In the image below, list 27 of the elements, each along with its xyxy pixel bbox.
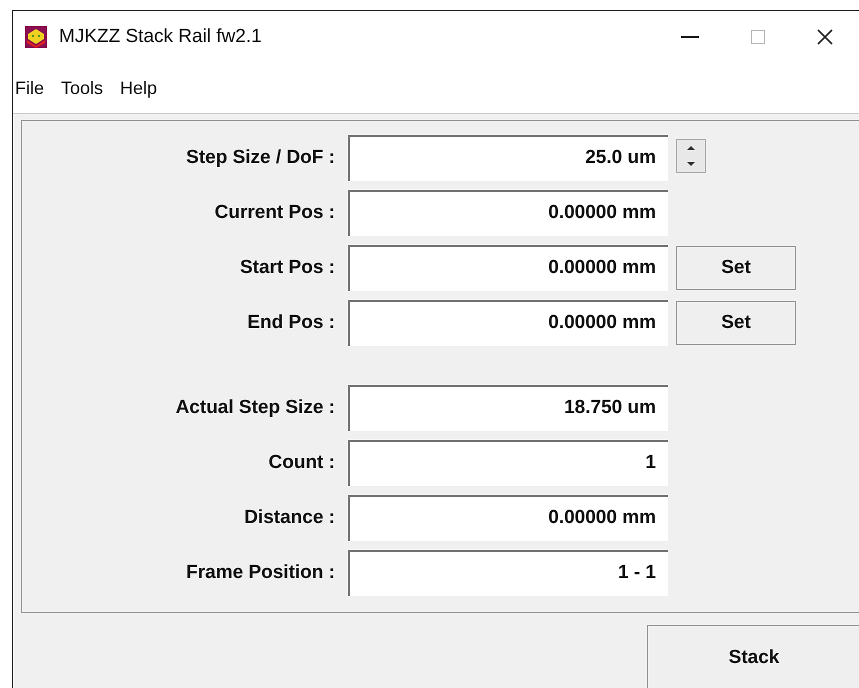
stack-button[interactable]: Stack [647,625,859,688]
field-label: End Pos : [246,312,336,334]
field-label: Step Size / DoF : [185,147,336,169]
menu-item[interactable]: Tools [61,78,104,98]
field-label: Frame Position : [185,562,336,584]
value-field[interactable]: 25.0 um [348,135,668,181]
field-label: Start Pos : [238,257,336,279]
set-button[interactable]: Set [676,301,796,345]
value-field[interactable]: 18.750 um [348,385,668,431]
menu-item[interactable]: Help [120,78,158,98]
up-down-arrows-icon [687,146,695,166]
set-button[interactable]: Set [676,246,796,290]
value-field[interactable]: 0.00000 mm [348,495,668,541]
value-field[interactable]: 1 [348,440,668,486]
field-label: Count : [268,452,336,474]
field-label: Current Pos : [214,202,336,224]
menu-item[interactable]: File [15,78,44,98]
value-field[interactable]: 0.00000 mm [348,190,668,236]
value-field[interactable]: 0.00000 mm [348,245,668,291]
spinner-control[interactable] [676,139,706,173]
app-icon [25,26,47,48]
value-field[interactable]: 1 - 1 [348,550,668,596]
field-label: Actual Step Size : [174,397,336,419]
close-icon[interactable] [817,29,833,45]
window-title: MJKZZ Stack Rail fw2.1 [59,26,262,48]
field-label: Distance : [243,507,336,529]
value-field[interactable]: 0.00000 mm [348,300,668,346]
